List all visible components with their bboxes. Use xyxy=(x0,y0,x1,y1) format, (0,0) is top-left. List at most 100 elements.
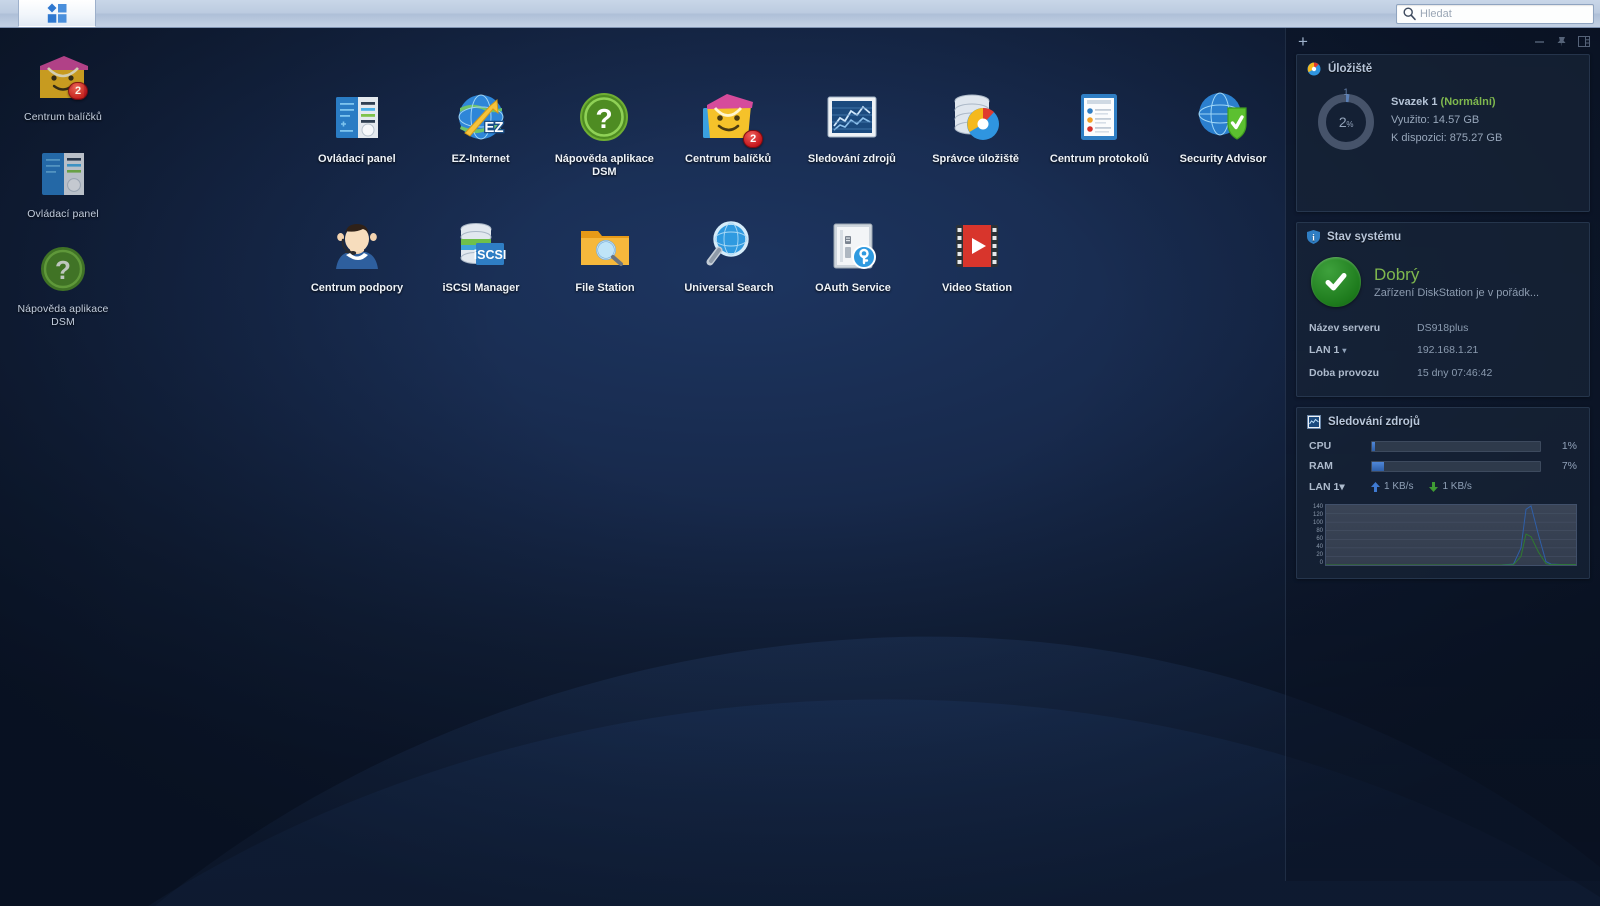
ram-value: 7% xyxy=(1561,460,1577,472)
download-value: 1 KB/s xyxy=(1442,481,1472,492)
system-health-text: Dobrý Zařízení DiskStation je v pořádk..… xyxy=(1374,264,1539,301)
app-label: File Station xyxy=(575,282,635,294)
app-ez-internet[interactable]: EZ EZ-Internet xyxy=(419,86,543,191)
system-health-title-bar: i Stav systému xyxy=(1297,223,1589,249)
app-support-center[interactable]: Centrum podpory xyxy=(295,215,419,307)
desktop-icon-dsm-help[interactable]: ? Nápověda aplikace DSM xyxy=(8,240,118,328)
health-row-server-name: Název serveru DS918plus xyxy=(1309,317,1577,339)
chevron-down-icon[interactable]: ▾ xyxy=(1339,481,1344,493)
search-input[interactable] xyxy=(1420,7,1593,20)
storage-usage-donut: 1 2% xyxy=(1315,87,1377,153)
storage-widget-title: Úložiště xyxy=(1328,63,1373,75)
storage-used: Využito: 14.57 GB xyxy=(1391,114,1480,126)
app-row-2: Centrum podpory iSCSI iSCSI Manager File… xyxy=(295,215,1285,307)
taskbar xyxy=(0,0,1600,28)
desktop-icon-control-panel[interactable]: Ovládací panel xyxy=(8,145,118,221)
package-center-icon: 2 xyxy=(34,48,92,106)
chart-plot-area xyxy=(1325,504,1577,566)
app-label: Sledování zdrojů xyxy=(807,153,896,165)
minimize-icon[interactable] xyxy=(1534,36,1545,47)
storage-widget-body: 1 2% Svazek 1 (Normální) Využito: 14.57 … xyxy=(1297,81,1589,211)
chart-y-axis: 140 120 100 80 60 40 20 0 xyxy=(1309,504,1325,566)
add-widget-button[interactable]: + xyxy=(1298,33,1308,50)
app-label: EZ-Internet xyxy=(451,153,510,165)
widget-panel: + Úložiště 1 2 % Svazek 1 (Normální) Vyu… xyxy=(1285,28,1600,881)
health-row-lan[interactable]: LAN 1 ▾ 192.168.1.21 xyxy=(1309,339,1577,362)
app-resource-monitor[interactable]: Sledování zdrojů xyxy=(790,86,914,191)
security-advisor-icon xyxy=(1194,88,1252,146)
system-health-widget: i Stav systému Dobrý Zařízení DiskStatio… xyxy=(1296,222,1590,397)
svg-text:iSCSI: iSCSI xyxy=(474,248,507,262)
svg-text:?: ? xyxy=(596,103,613,134)
chevron-down-icon[interactable]: ▾ xyxy=(1342,346,1346,355)
search-box[interactable] xyxy=(1396,3,1594,24)
app-dsm-help[interactable]: ? Nápověda aplikace DSM xyxy=(543,86,667,191)
app-label: Video Station xyxy=(941,282,1013,294)
system-health-title: Stav systému xyxy=(1327,231,1402,243)
health-key: Název serveru xyxy=(1309,322,1381,334)
app-control-panel[interactable]: Ovládací panel xyxy=(295,86,419,191)
package-center-icon: 2 xyxy=(699,88,764,148)
badge-count: 2 xyxy=(68,82,88,100)
ram-row: RAM 7% xyxy=(1309,456,1577,476)
desktop-icon-label: Nápověda aplikace DSM xyxy=(17,303,109,328)
ram-bar xyxy=(1371,460,1541,472)
resource-monitor-title-bar: Sledování zdrojů xyxy=(1297,408,1589,434)
support-center-icon xyxy=(328,217,386,275)
storage-usage-percent: 2% xyxy=(1338,114,1354,130)
app-file-station[interactable]: File Station xyxy=(543,215,667,307)
app-row-1: Ovládací panel EZ EZ-Internet ? Nápověda… xyxy=(295,86,1285,191)
storage-manager-icon xyxy=(947,88,1005,146)
app-label: Nápověda aplikace DSM xyxy=(554,153,654,178)
resource-monitor-title: Sledování zdrojů xyxy=(1328,416,1421,428)
app-label: Security Advisor xyxy=(1179,153,1267,165)
resource-monitor-icon xyxy=(823,88,881,146)
cpu-row: CPU 1% xyxy=(1309,436,1577,456)
layout-icon[interactable] xyxy=(1578,35,1590,47)
resource-monitor-body: CPU 1% RAM 7% LAN 1▾ 1 KB/s 1 KB/s 140 1… xyxy=(1297,434,1589,578)
shield-info-icon: i xyxy=(1307,230,1320,244)
health-key: Doba provozu xyxy=(1309,367,1379,379)
desktop-icon-label: Centrum balíčků xyxy=(24,111,102,123)
pin-icon[interactable] xyxy=(1556,36,1567,47)
health-value: DS918plus xyxy=(1417,322,1469,334)
chart-y-tick: 40 xyxy=(1316,544,1323,550)
app-security-advisor[interactable]: Security Advisor xyxy=(1161,86,1285,191)
app-iscsi-manager[interactable]: iSCSI iSCSI Manager xyxy=(419,215,543,307)
resource-monitor-widget: Sledování zdrojů CPU 1% RAM 7% LAN 1▾ 1 … xyxy=(1296,407,1590,579)
oauth-service-icon xyxy=(824,217,882,275)
app-video-station[interactable]: Video Station xyxy=(915,215,1039,307)
check-circle-icon xyxy=(1311,257,1361,307)
app-log-center[interactable]: Centrum protokolů xyxy=(1038,86,1162,191)
app-storage-manager[interactable]: Správce úložiště xyxy=(914,86,1038,191)
ez-internet-icon: EZ xyxy=(452,88,510,146)
chart-y-tick: 60 xyxy=(1316,536,1323,542)
health-row-uptime: Doba provozu 15 dny 07:46:42 xyxy=(1309,362,1577,384)
desktop-icon-package-center[interactable]: 2 Centrum balíčků xyxy=(8,48,118,124)
video-station-icon xyxy=(948,217,1006,275)
arrow-up-icon xyxy=(1371,482,1380,492)
ram-label: RAM xyxy=(1309,460,1333,472)
app-label: Centrum balíčků xyxy=(685,153,772,165)
system-health-body: Dobrý Zařízení DiskStation je v pořádk..… xyxy=(1297,249,1589,396)
cpu-label: CPU xyxy=(1309,440,1332,452)
dsm-help-icon: ? xyxy=(575,88,633,146)
resource-monitor-icon xyxy=(1307,415,1321,429)
health-key: LAN 1 ▾ xyxy=(1309,344,1347,356)
storage-volume-name: Svazek 1 (Normální) xyxy=(1391,96,1496,108)
control-panel-icon xyxy=(34,145,92,203)
main-menu-button[interactable] xyxy=(18,0,96,27)
health-value: 15 dny 07:46:42 xyxy=(1417,367,1493,379)
app-package-center[interactable]: 2 Centrum balíčků xyxy=(666,86,790,191)
upload-value: 1 KB/s xyxy=(1384,481,1414,492)
storage-available: K dispozici: 875.27 GB xyxy=(1391,132,1503,144)
svg-text:EZ: EZ xyxy=(484,119,503,136)
network-traffic-chart: 140 120 100 80 60 40 20 0 xyxy=(1309,504,1577,566)
app-oauth-service[interactable]: OAuth Service xyxy=(791,215,915,307)
system-health-detail: Zařízení DiskStation je v pořádk... xyxy=(1374,286,1540,299)
lan-label[interactable]: LAN 1▾ xyxy=(1309,476,1371,498)
chart-y-tick: 0 xyxy=(1319,560,1323,566)
app-label: Ovládací panel xyxy=(318,153,396,165)
storage-volume-info: Svazek 1 (Normální) Využito: 14.57 GB K … xyxy=(1391,83,1502,147)
app-universal-search[interactable]: Universal Search xyxy=(667,215,791,307)
